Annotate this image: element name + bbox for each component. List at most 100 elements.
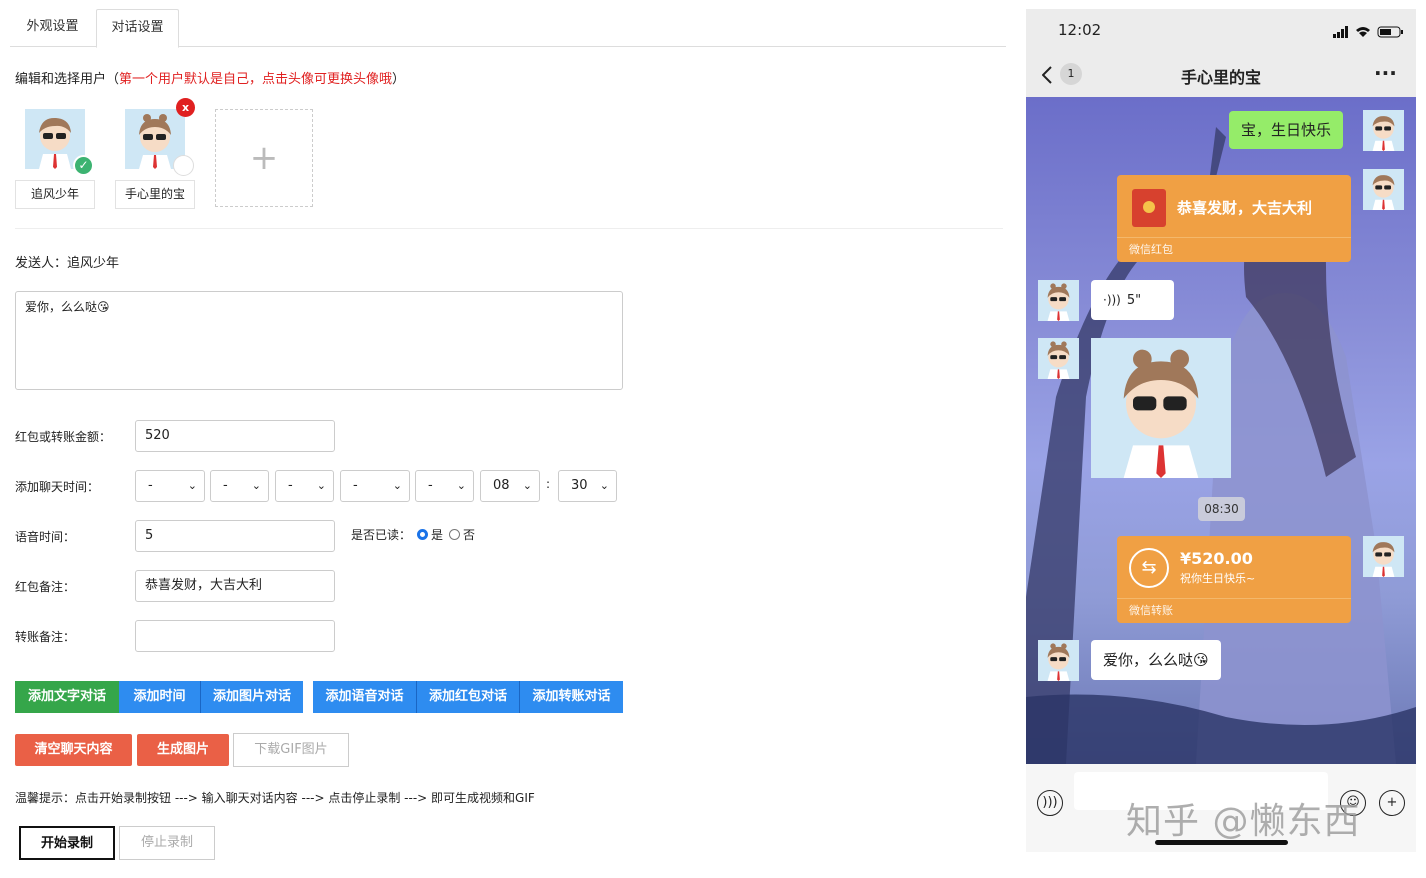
status-bar: 12:02 xyxy=(1026,9,1416,53)
delete-user-icon[interactable]: x xyxy=(176,98,195,117)
redpack-footer: 微信红包 xyxy=(1129,243,1173,256)
tip-text: 温馨提示：点击开始录制按钮 ---> 输入聊天对话内容 ---> 点击停止录制 … xyxy=(15,791,535,805)
status-time: 12:02 xyxy=(1058,21,1102,39)
section-title-end: ） xyxy=(392,72,406,87)
voice-wave-icon: ·))) xyxy=(1103,293,1121,307)
avatar-image-icon xyxy=(1038,338,1079,379)
add-redpack-dialog-button[interactable]: 添加红包对话 xyxy=(417,681,520,713)
chevron-down-icon: ⌄ xyxy=(456,479,466,492)
stop-record-button[interactable]: 停止录制 xyxy=(119,826,215,860)
tab-appearance[interactable]: 外观设置 xyxy=(10,9,95,47)
section-title-text: 编辑和选择用户（ xyxy=(15,72,120,87)
redpack-card[interactable]: 恭喜发财，大吉大利 微信红包 xyxy=(1117,175,1351,262)
clear-chat-button[interactable]: 清空聊天内容 xyxy=(15,734,132,766)
transfer-card[interactable]: ⇆ ¥520.00 祝你生日快乐~ 微信转账 xyxy=(1117,536,1351,623)
user-section-title: 编辑和选择用户（第一个用户默认是自己，点击头像可更换头像哦） xyxy=(15,68,405,87)
redpack-note-input[interactable]: 恭喜发财，大吉大利 xyxy=(135,570,335,602)
chat-bubble-sent: 宝，生日快乐 xyxy=(1229,111,1344,149)
sticker-image-icon xyxy=(1091,338,1231,478)
select-value: - xyxy=(148,478,153,493)
signal-wifi-battery-icon xyxy=(1333,26,1403,38)
read-label: 是否已读： xyxy=(351,528,412,542)
chat-nav-bar: 1 手心里的宝 ··· xyxy=(1026,53,1416,97)
time-select-day[interactable]: - ⌄ xyxy=(275,470,334,502)
more-icon[interactable]: ··· xyxy=(1374,61,1397,85)
chat-title: 手心里的宝 xyxy=(1180,68,1261,87)
message-textarea[interactable]: 爱你，么么哒😘 xyxy=(15,291,623,390)
user-name[interactable]: 追风少年 xyxy=(15,180,95,209)
amount-label: 红包或转账金额： xyxy=(15,430,112,444)
voice-label: 语音时间： xyxy=(15,530,76,544)
redpack-icon xyxy=(1132,189,1166,227)
redpack-text: 恭喜发财，大吉大利 xyxy=(1177,199,1313,217)
radio-read-yes[interactable] xyxy=(417,529,429,540)
generate-image-button[interactable]: 生成图片 xyxy=(137,734,229,766)
chevron-down-icon: ⌄ xyxy=(392,479,402,492)
add-transfer-dialog-button[interactable]: 添加转账对话 xyxy=(520,681,623,713)
avatar-image-icon xyxy=(1363,169,1404,210)
select-value: 30 xyxy=(571,478,588,493)
user-name[interactable]: 手心里的宝 xyxy=(115,180,195,209)
phone-preview: 12:02 1 手心里的宝 ··· 宝，生日快乐 恭喜发财，大吉大利 微信红包 … xyxy=(1026,9,1416,852)
redpack-note-label: 红包备注： xyxy=(15,580,76,594)
avatar-image-icon xyxy=(1363,536,1404,577)
avatar-image-icon xyxy=(1363,110,1404,151)
avatar-image-icon xyxy=(1038,640,1079,681)
select-value: 08 xyxy=(493,478,510,493)
transfer-note: 祝你生日快乐~ xyxy=(1180,572,1256,585)
time-select-minute[interactable]: 30 ⌄ xyxy=(558,470,617,502)
select-value: - xyxy=(223,478,228,493)
chat-avatar xyxy=(1363,536,1404,577)
voice-toggle-icon[interactable]: ))) xyxy=(1037,790,1063,816)
tab-dialog[interactable]: 对话设置 xyxy=(96,9,179,48)
amount-input[interactable]: 520 xyxy=(135,420,335,452)
time-select-year[interactable]: - ⌄ xyxy=(135,470,205,502)
chevron-down-icon: ⌄ xyxy=(599,479,609,492)
chat-avatar xyxy=(1038,640,1079,681)
chevron-down-icon: ⌄ xyxy=(522,479,532,492)
add-time-button[interactable]: 添加时间 xyxy=(119,681,201,713)
read-no-label[interactable]: 否 xyxy=(463,528,475,542)
add-voice-dialog-button[interactable]: 添加语音对话 xyxy=(313,681,417,713)
select-value: - xyxy=(428,478,433,493)
chevron-down-icon: ⌄ xyxy=(187,479,197,492)
chat-avatar xyxy=(1363,169,1404,210)
time-select-ampm[interactable]: - ⌄ xyxy=(415,470,474,502)
select-value: - xyxy=(288,478,293,493)
chat-avatar xyxy=(1038,338,1079,379)
plus-icon[interactable]: + xyxy=(1379,790,1405,816)
chevron-down-icon: ⌄ xyxy=(316,479,326,492)
chat-image-message[interactable] xyxy=(1091,338,1231,478)
transfer-arrows-icon: ⇆ xyxy=(1129,548,1169,588)
voice-input[interactable]: 5 xyxy=(135,520,335,552)
divider xyxy=(15,228,1003,229)
time-select-weekday[interactable]: - ⌄ xyxy=(340,470,410,502)
time-select-hour[interactable]: 08 ⌄ xyxy=(480,470,540,502)
radio-read-no[interactable] xyxy=(449,529,461,540)
transfer-note-input[interactable] xyxy=(135,620,335,652)
settings-tabs: 外观设置 对话设置 xyxy=(10,9,1006,48)
voice-bubble[interactable]: ·))) 5" xyxy=(1091,280,1174,320)
start-record-button[interactable]: 开始录制 xyxy=(19,826,115,860)
read-yes-label[interactable]: 是 xyxy=(431,528,443,542)
sender-label: 发送人：追风少年 xyxy=(15,256,120,271)
voice-duration: 5" xyxy=(1126,293,1142,308)
transfer-note-label: 转账备注： xyxy=(15,630,76,644)
unselected-ring-icon[interactable] xyxy=(173,155,194,176)
selected-check-icon: ✓ xyxy=(73,155,94,176)
chat-timestamp: 08:30 xyxy=(1198,497,1245,521)
add-text-dialog-button[interactable]: 添加文字对话 xyxy=(15,681,119,713)
transfer-footer: 微信转账 xyxy=(1129,604,1173,617)
add-user-button[interactable]: + xyxy=(215,109,313,207)
add-image-dialog-button[interactable]: 添加图片对话 xyxy=(201,681,303,713)
avatar-image-icon xyxy=(1038,280,1079,321)
chat-avatar xyxy=(1038,280,1079,321)
time-select-month[interactable]: - ⌄ xyxy=(210,470,269,502)
chat-background: 宝，生日快乐 恭喜发财，大吉大利 微信红包 ·))) 5" 08:30 ⇆ ¥5… xyxy=(1026,97,1416,764)
section-title-hint: 第一个用户默认是自己，点击头像可更换头像哦 xyxy=(119,72,393,87)
download-gif-button[interactable]: 下载GIF图片 xyxy=(233,733,349,767)
chat-time-label: 添加聊天时间： xyxy=(15,480,100,494)
chat-bubble-received: 爱你，么么哒😘 xyxy=(1091,640,1221,680)
transfer-amount: ¥520.00 xyxy=(1180,549,1253,568)
read-status: 是否已读： 是 否 xyxy=(351,526,475,543)
